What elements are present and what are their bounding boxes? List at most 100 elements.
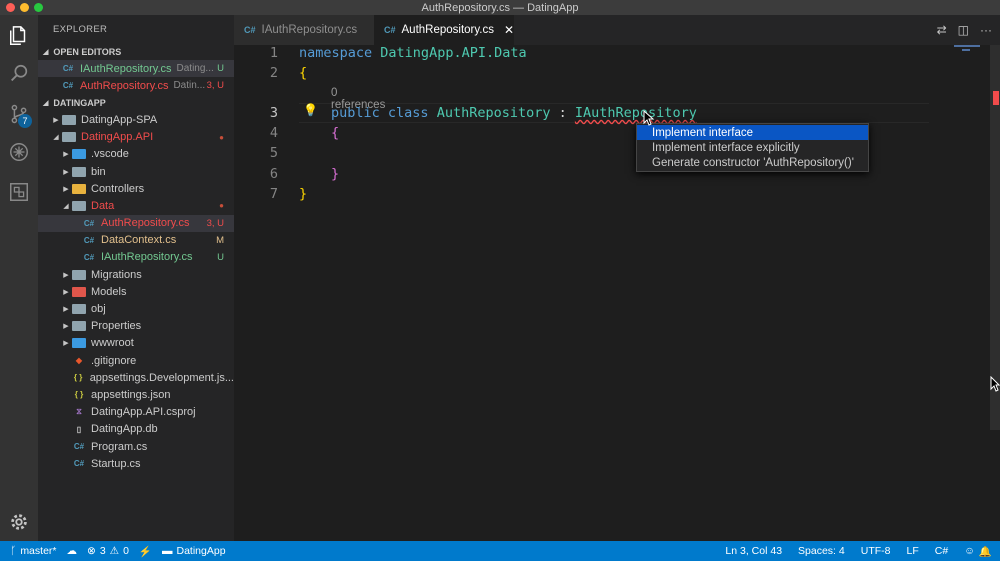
tree-item[interactable]: C# DataContext.cs M xyxy=(38,232,234,249)
tree-item-label: Data xyxy=(91,199,115,212)
extensions-icon xyxy=(10,183,28,201)
tree-item[interactable]: ▯ DatingApp.db xyxy=(38,421,234,438)
tree-item[interactable]: ▶ DatingApp-SPA xyxy=(38,111,234,128)
csharp-icon: C# xyxy=(384,25,396,35)
quick-fix-generate-constructor[interactable]: Generate constructor 'AuthRepository()' xyxy=(637,155,868,170)
maximize-window-button[interactable] xyxy=(34,3,43,12)
tree-item-label: Migrations xyxy=(91,268,142,281)
minimize-window-button[interactable] xyxy=(20,3,29,12)
tree-item-label: Properties xyxy=(91,320,142,333)
csharp-file-icon: C# xyxy=(73,459,85,469)
quick-fix-implement-interface[interactable]: Implement interface xyxy=(637,125,868,140)
tree-item[interactable]: ◢ DatingApp.API ● xyxy=(38,129,234,146)
code-line-6: } xyxy=(331,166,340,182)
tree-item-label: obj xyxy=(91,303,106,316)
code-editor[interactable]: 1 2 3 4 5 6 7 💡 namespace DatingApp.API.… xyxy=(234,45,1000,541)
tree-item[interactable]: ▶ Controllers xyxy=(38,180,234,197)
tree-item[interactable]: ▶ Migrations xyxy=(38,266,234,283)
chevron-right-icon: ▶ xyxy=(63,340,69,348)
language-mode[interactable]: C# xyxy=(935,545,948,557)
window-title: AuthRepository.cs — DatingApp xyxy=(421,1,579,14)
search-button[interactable] xyxy=(0,55,38,93)
tree-item[interactable]: ▶ Models xyxy=(38,283,234,300)
indentation[interactable]: Spaces: 4 xyxy=(798,545,845,557)
tree-item-label: DatingApp.API.csproj xyxy=(91,406,196,419)
explorer-button[interactable] xyxy=(0,17,38,55)
vertical-scrollbar[interactable] xyxy=(990,45,1000,430)
title-bar: AuthRepository.cs — DatingApp xyxy=(0,0,1000,15)
open-editors-header[interactable]: ◢ OPEN EDITORS xyxy=(38,43,234,60)
git-decoration: 3, U xyxy=(206,217,224,229)
omnisharp-status[interactable]: ⚡ xyxy=(139,545,152,558)
extensions-button[interactable] xyxy=(0,173,38,211)
tree-item[interactable]: C# Startup.cs xyxy=(38,455,234,472)
tree-item[interactable]: C# Program.cs xyxy=(38,438,234,455)
smiley-icon: ☺ xyxy=(964,545,975,557)
feedback-button[interactable]: ☺ 🔔 xyxy=(964,545,992,558)
error-dot-icon: ● xyxy=(219,132,224,142)
chevron-down-icon: ◢ xyxy=(63,202,69,210)
tree-item-label: .vscode xyxy=(91,148,129,161)
problems-indicator[interactable]: ⊗ 3 ⚠ 0 xyxy=(87,545,129,557)
source-control-button[interactable]: 7 xyxy=(0,95,38,133)
branch-icon: ᚴ xyxy=(10,545,17,557)
tab-authrepository[interactable]: C# AuthRepository.cs ✕ xyxy=(374,15,514,45)
more-actions-icon[interactable]: ··· xyxy=(980,23,992,37)
tree-item[interactable]: { } appsettings.json xyxy=(38,386,234,403)
tree-item[interactable]: ▶ obj xyxy=(38,300,234,317)
git-decoration: M xyxy=(216,234,224,246)
tree-item[interactable]: ▶ wwwroot xyxy=(38,335,234,352)
chevron-down-icon: ◢ xyxy=(43,48,49,56)
sync-button[interactable]: ☁ xyxy=(67,545,78,557)
minimap[interactable] xyxy=(930,45,990,75)
code-line-7: } xyxy=(299,186,308,202)
open-editor-item[interactable]: C# AuthRepository.cs Datin... 3, U xyxy=(38,77,234,94)
folder-icon xyxy=(71,321,87,332)
tree-item[interactable]: ▶ .vscode xyxy=(38,146,234,163)
open-editor-label: AuthRepository.cs xyxy=(80,79,169,92)
cursor-position[interactable]: Ln 3, Col 43 xyxy=(725,545,782,557)
folder-icon xyxy=(71,304,87,315)
line-number: 1 xyxy=(269,45,278,61)
tree-item[interactable]: ▶ Properties xyxy=(38,318,234,335)
open-editor-folder: Datin... xyxy=(173,80,206,92)
json-file-icon: { } xyxy=(74,390,84,400)
status-bar: ᚴ master* ☁ ⊗ 3 ⚠ 0 ⚡ ▬ DatingApp Ln 3, … xyxy=(0,541,1000,561)
chevron-right-icon: ▶ xyxy=(63,306,69,314)
tree-item-label: IAuthRepository.cs xyxy=(101,251,193,264)
tree-item-label: appsettings.json xyxy=(91,388,171,401)
quick-fix-implement-explicitly[interactable]: Implement interface explicitly xyxy=(637,140,868,155)
split-editor-icon[interactable]: ◫ xyxy=(958,23,969,37)
project-selector[interactable]: ▬ DatingApp xyxy=(162,545,226,557)
open-changes-icon[interactable]: ⇄ xyxy=(937,23,947,37)
line-number: 4 xyxy=(269,125,278,141)
encoding[interactable]: UTF-8 xyxy=(861,545,891,557)
tree-item[interactable]: ⧖ DatingApp.API.csproj xyxy=(38,404,234,421)
tree-item[interactable]: ◆ .gitignore xyxy=(38,352,234,369)
tree-item[interactable]: C# IAuthRepository.cs U xyxy=(38,249,234,266)
code-line-1: namespace DatingApp.API.Data xyxy=(299,45,527,61)
tree-item[interactable]: ◢ Data ● xyxy=(38,197,234,214)
close-tab-icon[interactable]: ✕ xyxy=(504,23,514,37)
tree-item-label: Program.cs xyxy=(91,440,148,453)
tree-item[interactable]: C# AuthRepository.cs 3, U xyxy=(38,214,234,232)
csharp-file-icon: C# xyxy=(83,235,95,245)
debug-button[interactable] xyxy=(0,133,38,171)
quick-fix-menu: Implement interface Implement interface … xyxy=(636,123,869,172)
lightbulb-icon[interactable]: 💡 xyxy=(303,103,318,117)
workspace-header[interactable]: ◢ DATINGAPP xyxy=(38,94,234,111)
csproj-file-icon: ⧖ xyxy=(76,407,82,417)
branch-indicator[interactable]: ᚴ master* xyxy=(10,545,57,557)
tree-item[interactable]: ▶ bin xyxy=(38,163,234,180)
tree-item[interactable]: { } appsettings.Development.js... xyxy=(38,369,234,386)
open-editor-item[interactable]: C# IAuthRepository.cs Dating... U xyxy=(38,60,234,78)
end-of-line[interactable]: LF xyxy=(906,545,918,557)
csharp-file-icon: C# xyxy=(62,81,74,91)
settings-button[interactable] xyxy=(0,503,38,541)
csharp-file-icon: C# xyxy=(83,218,95,228)
json-file-icon: { } xyxy=(73,373,83,383)
tab-iauthrepository[interactable]: C# IAuthRepository.cs xyxy=(234,15,374,45)
open-editor-label: IAuthRepository.cs xyxy=(80,62,172,75)
error-squiggle[interactable]: IAuthRepository xyxy=(575,105,697,121)
close-window-button[interactable] xyxy=(6,3,15,12)
